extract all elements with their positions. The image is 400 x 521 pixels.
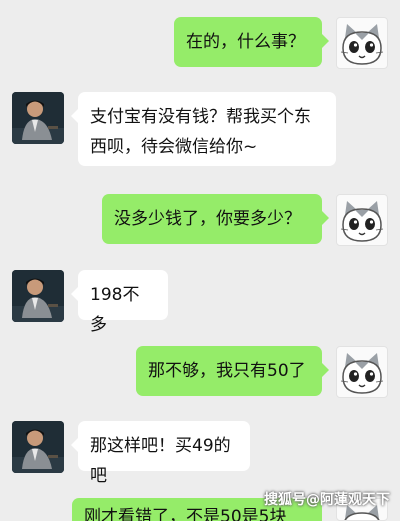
cat-avatar[interactable] — [336, 194, 388, 246]
watermark-text: 搜狐号@阿蓮观天下 — [264, 492, 390, 508]
cat-avatar[interactable] — [336, 17, 388, 69]
person-photo-icon — [12, 421, 64, 473]
person-photo-icon — [12, 270, 64, 322]
message-bubble[interactable]: 那不够，我只有50了 — [136, 346, 329, 396]
person-avatar[interactable] — [12, 270, 64, 322]
message-bubble[interactable]: 那这样吧！买49的吧 — [71, 421, 250, 486]
message-bubble[interactable]: 在的，什么事？ — [174, 17, 329, 67]
person-avatar[interactable] — [12, 92, 64, 144]
person-avatar[interactable] — [12, 421, 64, 473]
cat-icon — [340, 353, 384, 394]
message-bubble[interactable]: 198不多 — [71, 270, 168, 335]
message-bubble[interactable]: 没多少钱了，你要多少？ — [102, 194, 329, 244]
person-photo-icon — [12, 92, 64, 144]
cat-icon — [340, 201, 384, 242]
cat-avatar[interactable] — [336, 346, 388, 398]
cat-icon — [340, 24, 384, 65]
message-bubble[interactable]: 支付宝有没有钱？帮我买个东西呗，待会微信给你~ — [71, 92, 336, 166]
